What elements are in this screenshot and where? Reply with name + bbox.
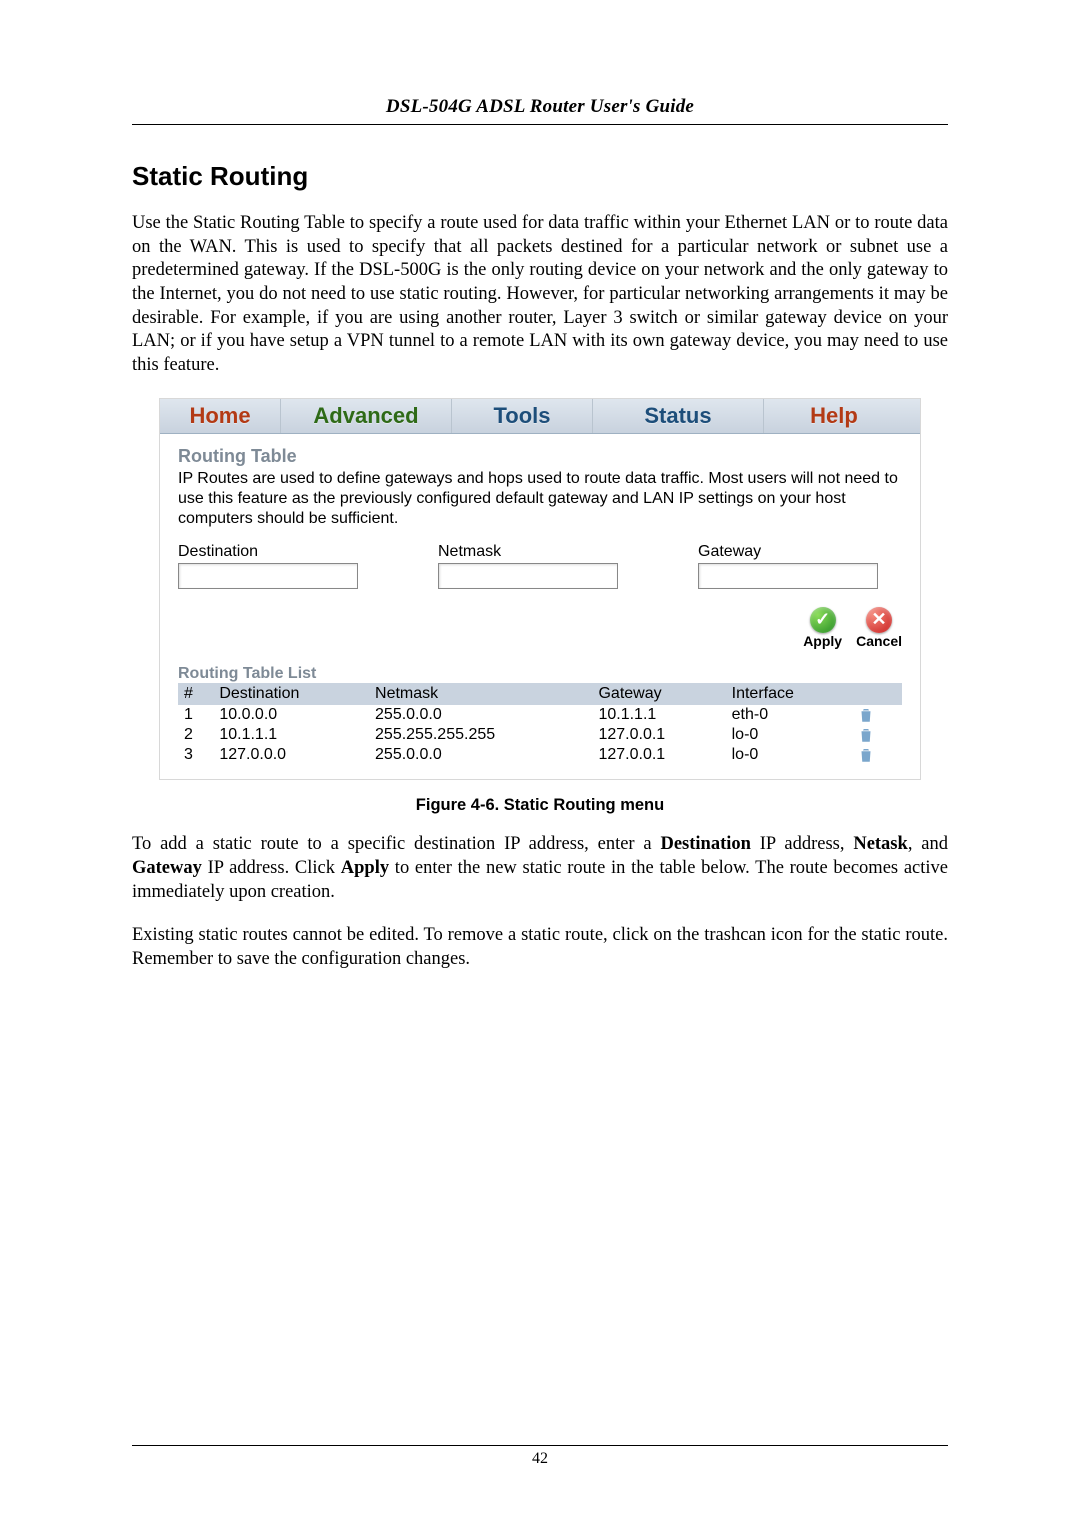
- label-gateway: Gateway: [698, 543, 878, 561]
- routing-table-desc: IP Routes are used to define gateways an…: [178, 469, 902, 529]
- col-dest: Destination: [213, 683, 369, 705]
- delete-route-button[interactable]: [851, 705, 902, 725]
- cell-gw: 10.1.1.1: [592, 705, 725, 725]
- intro-paragraph: Use the Static Routing Table to specify …: [132, 212, 948, 378]
- router-admin-ui: Home Advanced Tools Status Help Routing …: [159, 398, 921, 780]
- cell-dest: 127.0.0.0: [213, 745, 369, 765]
- col-gw: Gateway: [592, 683, 725, 705]
- col-if: Interface: [726, 683, 852, 705]
- cell-num: 2: [178, 725, 213, 745]
- delete-route-button[interactable]: [851, 725, 902, 745]
- cell-num: 1: [178, 705, 213, 725]
- cell-gw: 127.0.0.1: [592, 725, 725, 745]
- trash-icon: [857, 706, 875, 724]
- cell-mask: 255.0.0.0: [369, 705, 592, 725]
- cell-dest: 10.1.1.1: [213, 725, 369, 745]
- cell-if: lo-0: [726, 725, 852, 745]
- tab-advanced[interactable]: Advanced: [281, 399, 452, 433]
- check-icon: ✓: [810, 607, 836, 633]
- col-num: #: [178, 683, 213, 705]
- cancel-label: Cancel: [856, 633, 902, 649]
- cell-mask: 255.255.255.255: [369, 725, 592, 745]
- apply-label: Apply: [803, 633, 842, 649]
- delete-route-button[interactable]: [851, 745, 902, 765]
- cell-mask: 255.0.0.0: [369, 745, 592, 765]
- routing-table-list: # Destination Netmask Gateway Interface …: [178, 683, 902, 765]
- label-destination: Destination: [178, 543, 358, 561]
- input-netmask[interactable]: [438, 563, 618, 589]
- cell-gw: 127.0.0.1: [592, 745, 725, 765]
- cell-dest: 10.0.0.0: [213, 705, 369, 725]
- cell-num: 3: [178, 745, 213, 765]
- field-netmask: Netmask: [438, 543, 618, 589]
- post-figure-paragraph-1: To add a static route to a specific dest…: [132, 833, 948, 904]
- tab-home[interactable]: Home: [160, 399, 281, 433]
- field-destination: Destination: [178, 543, 358, 589]
- post-figure-paragraph-2: Existing static routes cannot be edited.…: [132, 924, 948, 971]
- section-title: Static Routing: [132, 161, 948, 192]
- label-netmask: Netmask: [438, 543, 618, 561]
- col-mask: Netmask: [369, 683, 592, 705]
- input-gateway[interactable]: [698, 563, 878, 589]
- cell-if: eth-0: [726, 705, 852, 725]
- running-header: DSL-504G ADSL Router User's Guide: [132, 96, 948, 125]
- apply-button[interactable]: ✓ Apply: [803, 607, 842, 649]
- routing-table-title: Routing Table: [178, 446, 902, 467]
- table-row: 1 10.0.0.0 255.0.0.0 10.1.1.1 eth-0: [178, 705, 902, 725]
- cell-if: lo-0: [726, 745, 852, 765]
- cancel-button[interactable]: ✕ Cancel: [856, 607, 902, 649]
- tab-tools[interactable]: Tools: [452, 399, 593, 433]
- figure-caption: Figure 4-6. Static Routing menu: [132, 796, 948, 815]
- input-destination[interactable]: [178, 563, 358, 589]
- table-row: 3 127.0.0.0 255.0.0.0 127.0.0.1 lo-0: [178, 745, 902, 765]
- field-gateway: Gateway: [698, 543, 878, 589]
- tab-status[interactable]: Status: [593, 399, 764, 433]
- page-number: 42: [132, 1445, 948, 1468]
- trash-icon: [857, 746, 875, 764]
- trash-icon: [857, 726, 875, 744]
- routing-list-title: Routing Table List: [178, 665, 902, 683]
- table-row: 2 10.1.1.1 255.255.255.255 127.0.0.1 lo-…: [178, 725, 902, 745]
- tab-help[interactable]: Help: [764, 399, 920, 433]
- main-tabs: Home Advanced Tools Status Help: [160, 399, 920, 434]
- x-icon: ✕: [866, 607, 892, 633]
